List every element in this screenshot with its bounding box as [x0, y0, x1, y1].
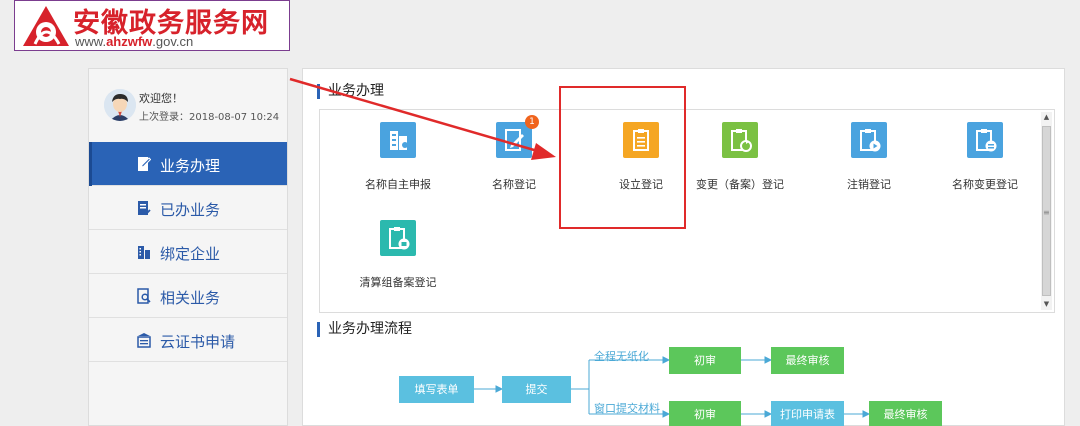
sidebar-item-bind-enterprise[interactable]: 绑定企业	[89, 230, 287, 274]
sidebar-item-business[interactable]: 业务办理	[89, 142, 287, 186]
sidebar-item-label: 云证书申请	[160, 333, 236, 351]
clipboard-list-icon	[967, 122, 1003, 158]
flow-step-submit: 提交	[502, 376, 571, 403]
flow-step-initial-review: 初审	[669, 347, 741, 374]
service-label: 名称变更登记	[952, 178, 1018, 191]
document-search-icon	[137, 288, 151, 304]
sidebar-item-label: 已办业务	[160, 201, 221, 219]
service-name-change-register[interactable]: 名称变更登记	[930, 122, 1040, 192]
user-avatar-icon	[104, 89, 136, 121]
site-logo[interactable]: 安徽政务服务网 www.ahzwfw.gov.cn	[14, 0, 290, 51]
services-scrollbar[interactable]: ▲ ≡ ▼	[1041, 112, 1052, 310]
flow-step-final-review: 最终审核	[869, 401, 942, 426]
clipboard-refresh-icon	[722, 122, 758, 158]
welcome-text: 欢迎您！	[139, 92, 183, 105]
document-edit-icon	[138, 157, 151, 171]
flow-step-print-form: 打印申请表	[771, 401, 844, 426]
sidebar-item-cloud-cert[interactable]: 云证书申请	[89, 318, 287, 362]
notification-badge: 1	[525, 115, 539, 129]
sidebar-item-label: 业务办理	[160, 157, 221, 175]
sidebar-item-completed[interactable]: 已办业务	[89, 186, 287, 230]
service-liquidation-register[interactable]: 清算组备案登记	[343, 220, 453, 290]
service-label: 名称登记	[492, 178, 536, 191]
flow-step-fill-form: 填写表单	[399, 376, 474, 403]
service-label: 名称自主申报	[365, 178, 431, 191]
user-info: 欢迎您！ 上次登录：2018-08-07 10:24	[89, 69, 287, 142]
section-title-flow: 业务办理流程	[317, 322, 412, 337]
building-icon	[138, 246, 150, 259]
section-title-services: 业务办理	[317, 84, 384, 99]
logo-mark-icon	[23, 6, 69, 46]
flow-step-initial-review: 初审	[669, 401, 741, 426]
service-cancel-register[interactable]: 注销登记	[814, 122, 924, 192]
scroll-down-icon[interactable]: ▼	[1041, 299, 1052, 310]
scroll-up-icon[interactable]: ▲	[1041, 112, 1052, 123]
sidebar-item-related[interactable]: 相关业务	[89, 274, 287, 318]
certificate-icon	[137, 333, 151, 348]
scroll-grip-icon: ≡	[1043, 208, 1050, 217]
service-label: 注销登记	[847, 178, 891, 191]
logo-url: www.ahzwfw.gov.cn	[75, 34, 194, 49]
service-change-register[interactable]: 变更（备案）登记	[685, 122, 795, 192]
flow-step-final-review: 最终审核	[771, 347, 844, 374]
highlight-box	[559, 86, 686, 229]
sidebar-item-label: 绑定企业	[160, 245, 221, 263]
document-check-icon	[138, 201, 151, 216]
service-name-register[interactable]: 1 名称登记	[459, 115, 569, 192]
services-grid: 名称自主申报 1 名称登记 设立登记 变更（备案）登记 注销登记 名称变更登记 …	[319, 109, 1055, 313]
building-icon	[380, 122, 416, 158]
sidebar-menu: 业务办理 已办业务 绑定企业 相关业务 云证书申请	[89, 142, 287, 362]
flow-label-paperless: 全程无纸化	[594, 350, 649, 363]
clipboard-stamp-icon	[380, 220, 416, 256]
service-label: 变更（备案）登记	[696, 178, 784, 191]
last-login-text: 上次登录：2018-08-07 10:24	[139, 112, 280, 123]
service-label: 清算组备案登记	[359, 276, 437, 289]
service-name-self-declare[interactable]: 名称自主申报	[343, 122, 453, 192]
avatar	[104, 89, 136, 121]
sidebar-item-label: 相关业务	[160, 289, 221, 307]
flow-label-window-submit: 窗口提交材料	[594, 402, 660, 415]
clipboard-cancel-icon	[851, 122, 887, 158]
document-edit-icon: 1	[496, 115, 539, 158]
sidebar: 欢迎您！ 上次登录：2018-08-07 10:24 业务办理 已办业务 绑定企…	[88, 68, 288, 426]
